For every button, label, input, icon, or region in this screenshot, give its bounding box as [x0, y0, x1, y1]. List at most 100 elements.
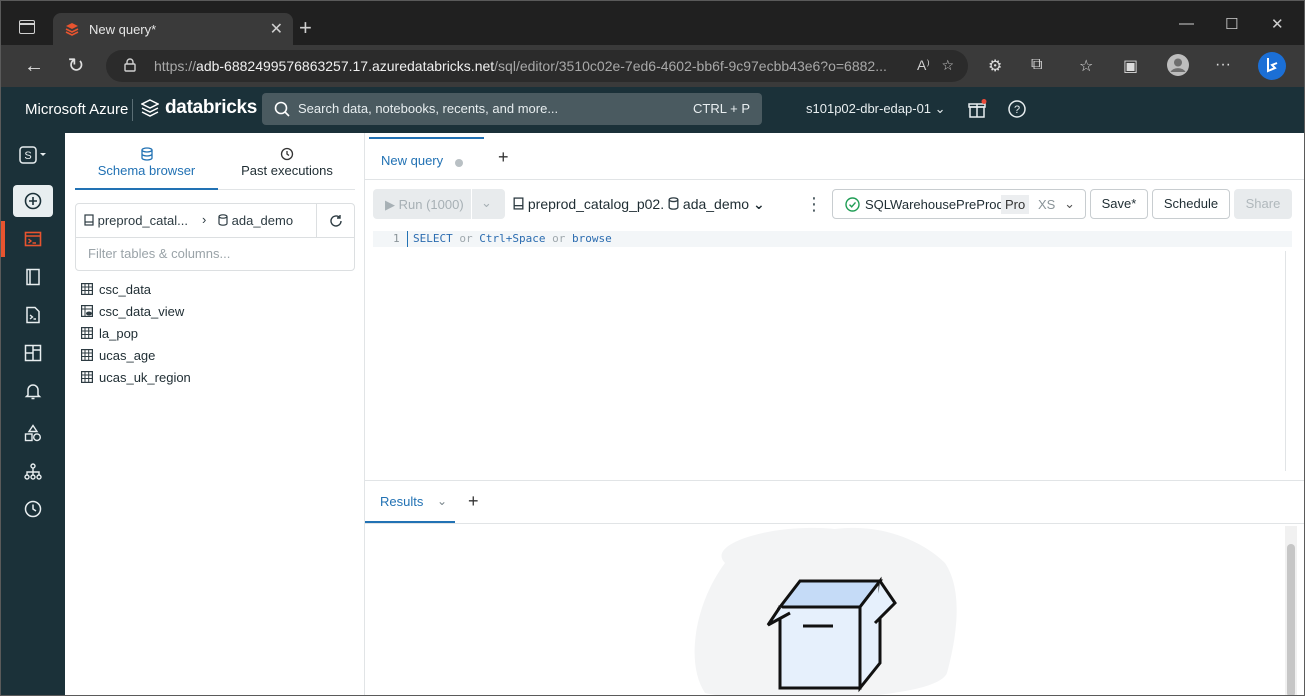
notebooks-icon[interactable]: [13, 299, 53, 331]
chevron-down-icon[interactable]: ⌄: [437, 494, 447, 508]
databricks-wordmark[interactable]: databricks: [165, 97, 257, 119]
databricks-header: Microsoft Azure databricks Search data, …: [1, 87, 1304, 133]
url-text: https://adb-6882499576863257.17.azuredat…: [154, 58, 887, 74]
data-catalog-icon[interactable]: [13, 417, 53, 449]
schema-selector[interactable]: ada_demo: [218, 213, 293, 228]
code-placeholder: SELECT or Ctrl+Space or browse: [413, 232, 612, 245]
profile-avatar-icon[interactable]: [1167, 54, 1189, 76]
warehouse-selector[interactable]: SQLWarehousePreProd Pro XS ⌄: [832, 189, 1086, 219]
tab-title: New query*: [89, 22, 157, 37]
collections-icon[interactable]: ▣: [1123, 56, 1138, 76]
search-placeholder: Search data, notebooks, recents, and mor…: [298, 101, 559, 116]
svg-text:?: ?: [1014, 104, 1020, 116]
history-icon: [280, 147, 294, 161]
scrollbar-thumb[interactable]: [1287, 544, 1295, 695]
close-tab-icon[interactable]: ✕: [270, 19, 283, 39]
schema-database-icon: [668, 197, 679, 210]
refresh-schema-button[interactable]: [316, 204, 354, 238]
search-icon: [274, 101, 290, 117]
global-search-input[interactable]: Search data, notebooks, recents, and mor…: [262, 93, 762, 125]
read-aloud-icon[interactable]: A⁾ ☆: [917, 57, 954, 74]
chevron-right-icon: ›: [202, 212, 207, 227]
query-tab[interactable]: New query: [369, 137, 484, 179]
tab-actions-icon[interactable]: [19, 20, 35, 34]
add-query-tab-icon[interactable]: +: [498, 147, 509, 168]
browser-tab[interactable]: New query* ✕: [53, 13, 293, 45]
run-label: ▶ Run (1000): [385, 197, 464, 212]
table-item[interactable]: ucas_age: [81, 344, 191, 366]
results-tab-label: Results: [380, 494, 424, 509]
chevron-down-icon: ⌄: [752, 196, 765, 212]
tables-list: csc_data csc_data_view la_pop ucas_age u…: [81, 278, 191, 388]
catalog-icon: [513, 197, 524, 210]
table-item[interactable]: la_pop: [81, 322, 191, 344]
back-icon[interactable]: ←: [21, 53, 47, 79]
line-number: 1: [393, 232, 400, 245]
table-item[interactable]: csc_data: [81, 278, 191, 300]
lock-icon: [124, 58, 136, 72]
results-tab[interactable]: Results ⌄: [365, 481, 455, 523]
favorites-icon[interactable]: ☆: [1079, 56, 1093, 76]
workflows-icon[interactable]: [13, 456, 53, 488]
schedule-button[interactable]: Schedule: [1152, 189, 1230, 219]
text-cursor: [407, 231, 408, 247]
refresh-icon[interactable]: ↻: [63, 53, 89, 79]
queries-icon[interactable]: [13, 261, 53, 293]
new-tab-icon[interactable]: +: [299, 15, 312, 41]
tab-past-executions[interactable]: Past executions: [225, 147, 349, 178]
run-options-chevron-icon[interactable]: ⌄: [481, 195, 492, 211]
svg-text:S: S: [24, 150, 31, 162]
browser-tabstrip: New query* ✕ + — ☐ ✕: [1, 1, 1304, 45]
table-item[interactable]: csc_data_view: [81, 300, 191, 322]
code-editor[interactable]: 1 SELECT or Ctrl+Space or browse: [373, 231, 1292, 247]
run-button[interactable]: ▶ Run (1000) ⌄: [373, 189, 505, 219]
alerts-bell-icon[interactable]: [13, 375, 53, 407]
editor-results-divider[interactable]: [365, 480, 1304, 481]
microsoft-azure-brand[interactable]: Microsoft Azure: [25, 101, 128, 118]
catalog-schema-selector[interactable]: preprod_catalog_p02. ada_demo ⌄: [513, 196, 765, 226]
maximize-icon[interactable]: ☐: [1225, 15, 1238, 33]
save-button[interactable]: Save*: [1090, 189, 1148, 219]
results-scrollbar[interactable]: [1285, 526, 1297, 695]
table-item[interactable]: ucas_uk_region: [81, 366, 191, 388]
sql-editor-area: New query + ▶ Run (1000) ⌄ preprod_catal…: [365, 133, 1304, 695]
active-tab-underline: [75, 188, 218, 190]
bing-copilot-icon[interactable]: [1257, 51, 1287, 81]
help-icon[interactable]: ?: [1007, 99, 1027, 119]
brand-divider: [132, 99, 133, 121]
query-history-clock-icon[interactable]: [13, 493, 53, 525]
unsaved-dot-icon: [455, 159, 463, 167]
dashboards-icon[interactable]: [13, 337, 53, 369]
extensions-icon[interactable]: ⧉: [1031, 56, 1042, 74]
catalog-schema-picker: preprod_catal... › ada_demo Filter table…: [75, 203, 355, 271]
databricks-logo-icon: [141, 99, 159, 117]
gift-icon[interactable]: [967, 99, 987, 119]
minimize-icon[interactable]: —: [1179, 15, 1194, 32]
new-item-icon[interactable]: [13, 185, 53, 217]
empty-results-box-icon: [694, 527, 957, 695]
tab-schema-browser[interactable]: Schema browser: [85, 147, 208, 178]
running-check-icon: [845, 197, 860, 212]
schema-database-icon: [218, 214, 228, 226]
persona-switcher-icon[interactable]: S: [13, 139, 53, 171]
url-bar[interactable]: https://adb-6882499576863257.17.azuredat…: [106, 50, 968, 82]
filter-tables-input[interactable]: Filter tables & columns...: [88, 246, 230, 261]
add-visualization-icon[interactable]: +: [468, 491, 479, 512]
workspace-switcher[interactable]: s101p02-dbr-edap-01 ⌄: [806, 101, 946, 117]
search-shortcut: CTRL + P: [693, 101, 750, 116]
catalog-icon: [84, 214, 94, 226]
settings-gear-icon[interactable]: ⚙: [988, 56, 1002, 76]
editor-scrollbar[interactable]: [1285, 251, 1286, 471]
warehouse-size: XS: [1038, 197, 1056, 212]
catalog-selector[interactable]: preprod_catal...: [84, 213, 188, 228]
more-options-icon[interactable]: ⋮: [805, 195, 823, 225]
schema-panel: Schema browser Past executions preprod_c…: [65, 133, 365, 695]
database-icon: [140, 147, 153, 161]
sql-editor-icon[interactable]: [13, 223, 53, 255]
window-close-icon[interactable]: ✕: [1271, 15, 1284, 33]
active-rail-indicator: [1, 221, 5, 257]
share-button[interactable]: Share: [1234, 189, 1292, 219]
more-menu-icon[interactable]: ···: [1215, 56, 1231, 74]
run-split-divider: [471, 189, 472, 219]
left-navigation-rail: S: [1, 133, 65, 695]
